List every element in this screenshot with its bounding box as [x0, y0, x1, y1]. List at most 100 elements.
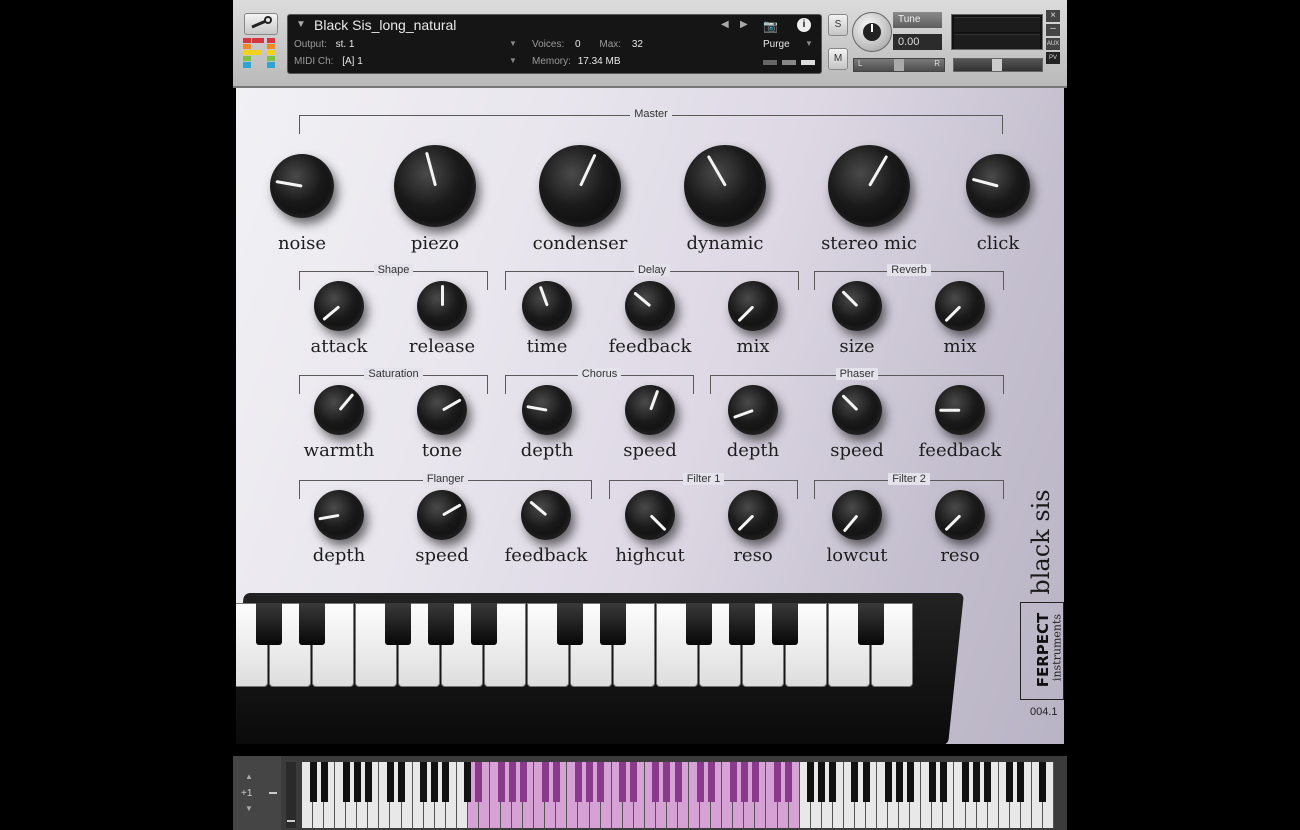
speed-knob[interactable]: [625, 385, 675, 435]
black-key[interactable]: [420, 762, 428, 802]
attack-knob[interactable]: [314, 281, 364, 331]
black-key[interactable]: [541, 762, 549, 802]
lowcut-knob[interactable]: [832, 490, 882, 540]
output-dropdown-icon[interactable]: ▼: [509, 39, 517, 48]
condenser-knob[interactable]: [539, 145, 621, 227]
midi-dropdown-icon[interactable]: ▼: [509, 56, 517, 65]
black-key[interactable]: [707, 762, 715, 802]
volume-handle[interactable]: [992, 59, 1002, 71]
speed-knob[interactable]: [417, 490, 467, 540]
tune-knob[interactable]: [852, 12, 892, 52]
black-key[interactable]: [508, 762, 516, 802]
black-key[interactable]: [785, 762, 793, 802]
black-key[interactable]: [939, 762, 947, 802]
output-selector[interactable]: Output: st. 1: [294, 39, 519, 50]
black-key[interactable]: [442, 762, 450, 802]
black-key[interactable]: [342, 762, 350, 802]
solo-button[interactable]: S: [828, 14, 848, 36]
virtual-keyboard[interactable]: [302, 762, 1054, 828]
black-key[interactable]: [751, 762, 759, 802]
camera-icon[interactable]: 📷: [763, 19, 778, 33]
mix-knob[interactable]: [935, 281, 985, 331]
highcut-knob[interactable]: [625, 490, 675, 540]
black-key[interactable]: [862, 762, 870, 802]
depth-knob[interactable]: [728, 385, 778, 435]
black-key[interactable]: [320, 762, 328, 802]
volume-slider[interactable]: [953, 58, 1043, 72]
black-key[interactable]: [906, 762, 914, 802]
black-key[interactable]: [663, 762, 671, 802]
feedback-knob[interactable]: [935, 385, 985, 435]
noise-knob[interactable]: [270, 154, 334, 218]
click-knob[interactable]: [966, 154, 1030, 218]
black-key[interactable]: [729, 762, 737, 802]
black-key[interactable]: [674, 762, 682, 802]
black-key[interactable]: [353, 762, 361, 802]
mute-button[interactable]: M: [828, 48, 848, 70]
aux-button[interactable]: AUX: [1046, 38, 1060, 50]
depth-knob[interactable]: [522, 385, 572, 435]
depth-knob[interactable]: [314, 490, 364, 540]
purge-menu[interactable]: Purge: [763, 39, 790, 50]
black-key[interactable]: [774, 762, 782, 802]
black-key[interactable]: [386, 762, 394, 802]
black-key[interactable]: [1006, 762, 1014, 802]
feedback-knob[interactable]: [521, 490, 571, 540]
warmth-knob[interactable]: [314, 385, 364, 435]
black-key[interactable]: [962, 762, 970, 802]
black-key[interactable]: [464, 762, 472, 802]
time-knob[interactable]: [522, 281, 572, 331]
black-key[interactable]: [519, 762, 527, 802]
next-arrow-icon[interactable]: ▶: [740, 19, 748, 30]
black-key[interactable]: [807, 762, 815, 802]
black-key[interactable]: [619, 762, 627, 802]
black-key[interactable]: [574, 762, 582, 802]
reso-knob[interactable]: [935, 490, 985, 540]
tune-value[interactable]: 0.00: [893, 34, 942, 50]
collapse-arrow-icon[interactable]: ▼: [296, 19, 306, 30]
prev-arrow-icon[interactable]: ◀: [721, 19, 729, 30]
black-key[interactable]: [1017, 762, 1025, 802]
black-key[interactable]: [818, 762, 826, 802]
black-key[interactable]: [398, 762, 406, 802]
wrench-button[interactable]: [244, 13, 278, 35]
size-knob[interactable]: [832, 281, 882, 331]
dynamic-knob[interactable]: [684, 145, 766, 227]
black-key[interactable]: [928, 762, 936, 802]
purge-dropdown-icon[interactable]: ▼: [805, 39, 813, 48]
minimize-icon[interactable]: –: [1046, 24, 1060, 36]
black-key[interactable]: [552, 762, 560, 802]
mix-knob[interactable]: [728, 281, 778, 331]
black-key[interactable]: [309, 762, 317, 802]
black-key[interactable]: [475, 762, 483, 802]
black-key[interactable]: [586, 762, 594, 802]
black-key[interactable]: [431, 762, 439, 802]
midi-channel-selector[interactable]: MIDI Ch: [A] 1: [294, 56, 519, 67]
piezo-knob[interactable]: [394, 145, 476, 227]
black-key[interactable]: [740, 762, 748, 802]
tone-knob[interactable]: [417, 385, 467, 435]
info-icon[interactable]: i: [797, 18, 811, 32]
black-key[interactable]: [895, 762, 903, 802]
black-key[interactable]: [696, 762, 704, 802]
octave-up-icon[interactable]: ▲: [245, 772, 253, 781]
pitch-wheel-marker[interactable]: [269, 792, 277, 794]
black-key[interactable]: [984, 762, 992, 802]
instrument-name[interactable]: Black Sis_long_natural: [314, 17, 456, 33]
black-key[interactable]: [652, 762, 660, 802]
black-key[interactable]: [630, 762, 638, 802]
pan-handle[interactable]: [894, 59, 904, 71]
black-key[interactable]: [973, 762, 981, 802]
max-voices-value[interactable]: 32: [632, 39, 643, 50]
stereo-mic-knob[interactable]: [828, 145, 910, 227]
black-key[interactable]: [364, 762, 372, 802]
black-key[interactable]: [597, 762, 605, 802]
octave-down-icon[interactable]: ▼: [245, 804, 253, 813]
speed-knob[interactable]: [832, 385, 882, 435]
close-icon[interactable]: ×: [1046, 10, 1060, 22]
black-key[interactable]: [851, 762, 859, 802]
mod-wheel[interactable]: [286, 762, 296, 828]
pan-slider[interactable]: L R: [853, 58, 945, 72]
black-key[interactable]: [829, 762, 837, 802]
release-knob[interactable]: [417, 281, 467, 331]
